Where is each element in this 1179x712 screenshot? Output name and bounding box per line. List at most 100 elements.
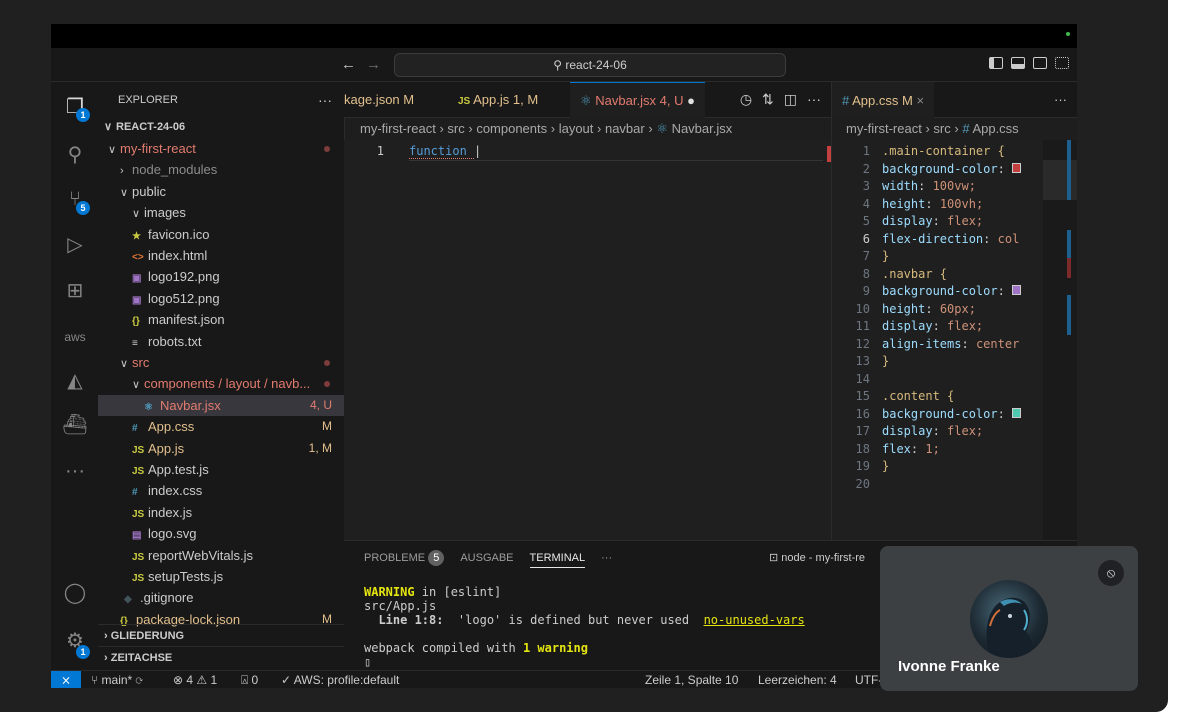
code-line: .main-container { (882, 144, 1005, 158)
extensions-icon[interactable]: ⊞ (62, 278, 88, 304)
code-line: background-color: (882, 162, 1022, 176)
breadcrumb-item[interactable]: src (447, 121, 464, 136)
azure-icon[interactable]: ◭ (62, 368, 88, 394)
color-swatch[interactable] (1012, 162, 1022, 173)
file-item[interactable]: ◆ .gitignore (98, 587, 344, 608)
toggle-secondary-sidebar-icon[interactable] (1033, 57, 1047, 69)
encoding[interactable]: UTF- (855, 671, 882, 688)
file-item[interactable]: ▤ logo.svg (98, 523, 344, 544)
dog-portrait-image (986, 597, 1033, 658)
editor-right[interactable]: 1 .main-container {2 background-color: 3 … (832, 140, 1077, 540)
breadcrumb-item[interactable]: Navbar.jsx (672, 121, 733, 136)
file-name: setupTests.js (148, 569, 224, 584)
line-number: 3 (862, 179, 870, 193)
ports-indicator[interactable]: ⍓ 0 (241, 671, 258, 688)
file-item[interactable]: JS setupTests.js (98, 566, 344, 587)
split-editor-icon[interactable]: ◫ (784, 82, 797, 117)
explorer-title: EXPLORER (118, 94, 178, 106)
terminal-cursor: ▯ (364, 655, 372, 669)
cursor-position[interactable]: Zeile 1, Spalte 10 (645, 671, 738, 688)
branch-indicator[interactable]: ⑂ main* ⟳ (91, 671, 143, 688)
accounts-icon[interactable]: ◯ (62, 580, 88, 606)
modified-dot-icon (324, 360, 330, 366)
file-name: public (132, 183, 166, 199)
file-item[interactable]: # index.css (98, 480, 344, 501)
file-item[interactable]: ▣ logo192.png (98, 266, 344, 287)
tab-app-js[interactable]: JS App.js 1, M (448, 82, 548, 117)
breadcrumb-item[interactable]: App.css (972, 121, 1018, 136)
color-swatch[interactable] (1012, 407, 1022, 418)
chevron-right-icon: › (120, 165, 124, 178)
customize-layout-icon[interactable] (1055, 57, 1069, 69)
video-call-tile[interactable]: ⦸ Ivonne Franke (880, 546, 1138, 691)
breadcrumb-item[interactable]: my-first-react (360, 121, 436, 136)
compare-changes-icon[interactable]: ⇅ (762, 82, 774, 117)
tab-problems[interactable]: PROBLEME 5 (364, 541, 445, 575)
tab-navbar-jsx[interactable]: ⚛ Navbar.jsx 4, U ● (570, 82, 705, 118)
file-item[interactable]: {} manifest.json (98, 309, 344, 330)
folder-item[interactable]: ∨ components / layout / navb... (98, 373, 344, 394)
folder-item[interactable]: ∨ public (98, 181, 344, 202)
timeline-section[interactable]: › ZEITACHSE (98, 646, 344, 668)
lint-rule-link[interactable]: no-unused-vars (704, 613, 805, 627)
run-debug-icon[interactable]: ▷ (62, 232, 88, 258)
layout-controls (989, 57, 1069, 69)
file-type-icon: JS (132, 551, 145, 563)
breadcrumb-item[interactable]: navbar (605, 121, 645, 136)
search-view-icon[interactable]: ⚲ (62, 142, 88, 168)
modified-dot-icon (324, 146, 330, 152)
file-item[interactable]: JS App.js 1, M (98, 438, 344, 459)
css-file-icon: # (962, 121, 973, 136)
indentation[interactable]: Leerzeichen: 4 (758, 671, 837, 688)
terminal-selector[interactable]: ⊡ node - my-first-re (769, 541, 865, 575)
more-actions-icon[interactable]: ··· (807, 82, 821, 117)
aws-icon[interactable]: aws (62, 324, 88, 350)
terminal-output[interactable]: WARNING in [eslint] src/App.js Line 1:8:… (364, 585, 805, 669)
more-views-icon[interactable]: ··· (62, 458, 88, 484)
command-center[interactable]: ⚲ react-24-06 (394, 53, 786, 77)
tab-package-json[interactable]: kage.json M (334, 82, 444, 117)
file-item[interactable]: JS index.js (98, 502, 344, 523)
docker-icon[interactable]: ⛴ (62, 412, 88, 438)
breadcrumb-item[interactable]: layout (559, 121, 594, 136)
muted-mic-icon[interactable]: ⦸ (1098, 560, 1124, 586)
code-line: } (882, 249, 890, 263)
toggle-sidebar-icon[interactable] (989, 57, 1003, 69)
more-actions-icon[interactable]: ··· (1054, 82, 1067, 117)
folder-item[interactable]: ∨ my-first-react (98, 138, 344, 159)
editor-left[interactable]: 1 function | (344, 140, 831, 540)
back-arrow-icon[interactable]: ← (341, 56, 356, 73)
remote-indicator-icon[interactable]: ⨯ (51, 671, 81, 688)
tab-output[interactable]: AUSGABE (460, 541, 513, 575)
workspace-root[interactable]: ∨ REACT-24-06 (98, 117, 344, 138)
problems-indicator[interactable]: ⊗ 4 ⚠ 1 (173, 671, 217, 688)
file-item[interactable]: ★ favicon.ico (98, 224, 344, 245)
file-item[interactable]: ≡ robots.txt (98, 331, 344, 352)
toggle-panel-icon[interactable] (1011, 57, 1025, 69)
file-item[interactable]: ▣ logo512.png (98, 288, 344, 309)
git-status-decoration: 4, U (309, 397, 332, 412)
close-icon[interactable]: × (916, 93, 924, 108)
explorer-more-button[interactable]: ··· (318, 82, 332, 118)
folder-item[interactable]: ∨ images (98, 202, 344, 223)
color-swatch[interactable] (1012, 285, 1022, 295)
file-item[interactable]: JS reportWebVitals.js (98, 545, 344, 566)
breadcrumb-item[interactable]: components (476, 121, 547, 136)
aws-profile[interactable]: ✓ AWS: profile:default (281, 671, 399, 688)
breadcrumb-item[interactable]: src (933, 121, 950, 136)
file-item[interactable]: ⚛ Navbar.jsx 4, U (98, 394, 344, 416)
breadcrumb-item[interactable]: my-first-react (846, 121, 922, 136)
folder-item[interactable]: ∨ src (98, 352, 344, 373)
tab-app-css[interactable]: # App.css M × (832, 82, 935, 118)
file-item[interactable]: # App.css M (98, 416, 344, 437)
file-item[interactable]: JS App.test.js (98, 459, 344, 480)
file-item[interactable]: <> index.html (98, 245, 344, 266)
forward-arrow-icon[interactable]: → (366, 56, 381, 73)
tab-terminal[interactable]: TERMINAL (529, 541, 586, 568)
warning-text: in [eslint] (414, 585, 502, 599)
folder-item[interactable]: › node_modules (98, 159, 344, 180)
unsaved-dot-icon[interactable]: ● (687, 93, 695, 108)
timeline-history-icon[interactable]: ◷ (740, 82, 752, 117)
panel-more-icon[interactable]: ··· (601, 541, 612, 575)
outline-section[interactable]: › GLIEDERUNG (98, 624, 344, 646)
